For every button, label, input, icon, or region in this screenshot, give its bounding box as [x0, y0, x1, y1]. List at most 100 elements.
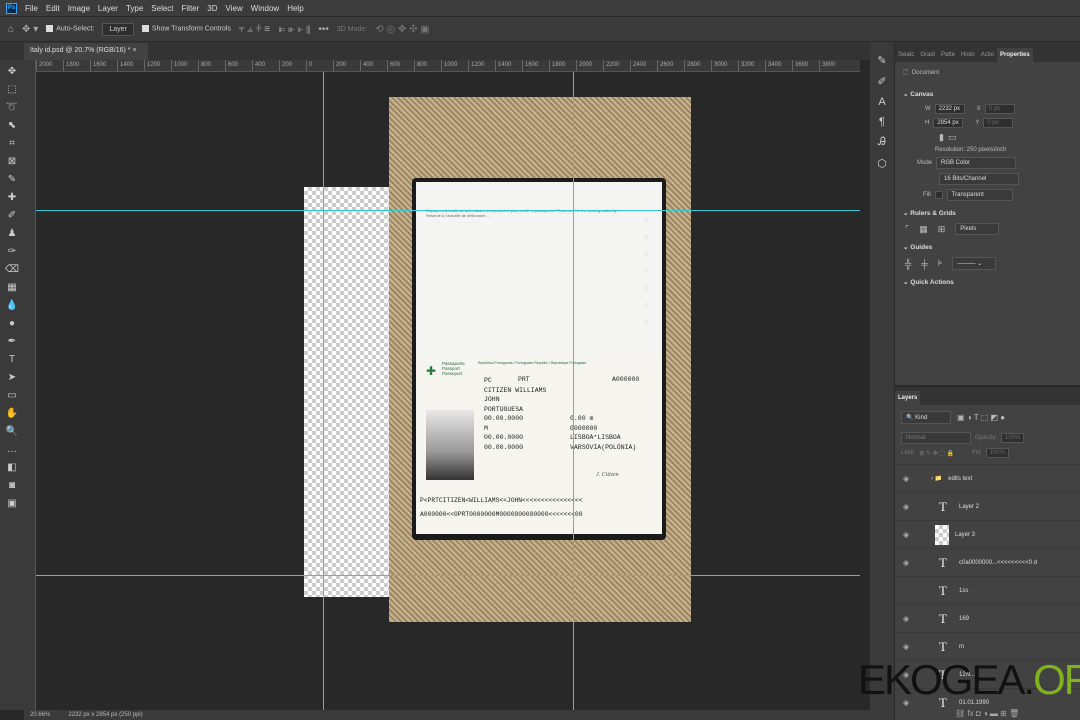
- menu-image[interactable]: Image: [68, 4, 90, 13]
- 3d-tools-icons[interactable]: ⟲ ◎ ✥ ✣ ▣: [375, 24, 429, 35]
- color-swatches-icon[interactable]: ◧: [4, 460, 20, 475]
- menu-help[interactable]: Help: [287, 4, 303, 13]
- rulers-grids-section[interactable]: ⌄ Rulers & Grids: [895, 203, 1080, 221]
- opacity-field[interactable]: 100%: [1001, 433, 1025, 443]
- guides-from-shape-icon[interactable]: ⊧: [938, 258, 943, 269]
- guide-vertical[interactable]: [573, 72, 574, 710]
- dodge-tool-icon[interactable]: ●: [4, 316, 20, 331]
- visibility-eye-icon[interactable]: ◉: [895, 615, 917, 623]
- hand-tool-icon[interactable]: ✋: [4, 406, 20, 421]
- x-field[interactable]: 0 px: [984, 104, 1015, 114]
- layer-row[interactable]: ◉ T Layer 2: [895, 492, 1080, 520]
- eyedropper-tool-icon[interactable]: ✎: [4, 172, 20, 187]
- layer-bottom-icons[interactable]: ⛓ fx ◘ ◑ ▬ ⊞ 🗑: [955, 709, 1019, 718]
- layer-filter-icons[interactable]: ▣ ◑ T ⬚ ◩ ●: [957, 413, 1005, 422]
- document-info[interactable]: 2232 px x 2854 px (250 ppi): [68, 712, 142, 718]
- menu-window[interactable]: Window: [251, 4, 279, 13]
- menu-file[interactable]: File: [25, 4, 38, 13]
- glyphs-icon[interactable]: Ꭿ: [878, 136, 886, 149]
- visibility-eye-icon[interactable]: ◉: [895, 531, 917, 539]
- path-select-icon[interactable]: ➤: [4, 370, 20, 385]
- guide-horizontal[interactable]: [36, 575, 860, 576]
- blend-mode-dropdown[interactable]: Normal: [901, 432, 971, 444]
- bit-depth-dropdown[interactable]: 16 Bits/Channel: [939, 173, 1019, 185]
- brushes-icon[interactable]: ✐: [877, 75, 886, 88]
- menu-edit[interactable]: Edit: [46, 4, 60, 13]
- blur-tool-icon[interactable]: 💧: [4, 298, 20, 313]
- height-field[interactable]: 2854 px: [933, 118, 964, 128]
- guide-layout-icon[interactable]: ╪: [921, 259, 927, 269]
- align-icons[interactable]: ⫧ ⫨ ⫩ ≡ ⊫ ⊪ ⊩ ⫴: [239, 24, 311, 35]
- show-transform-checkbox[interactable]: Show Transform Controls: [141, 25, 231, 33]
- home-icon[interactable]: ⌂: [8, 24, 14, 35]
- character-icon[interactable]: A: [878, 96, 885, 108]
- quick-mask-icon[interactable]: ◙: [4, 478, 20, 493]
- ruler-icon[interactable]: ⌜: [905, 224, 909, 235]
- filter-kind-dropdown[interactable]: 🔍 Kind: [901, 411, 951, 424]
- tab-history[interactable]: Histo: [958, 48, 978, 62]
- tab-patterns[interactable]: Patte: [938, 48, 958, 62]
- quick-actions-section[interactable]: ⌄ Quick Actions: [895, 272, 1080, 290]
- tab-properties[interactable]: Properties: [997, 48, 1033, 62]
- canvas-section[interactable]: ⌄ Canvas: [895, 84, 1080, 102]
- history-brush-icon[interactable]: ✑: [4, 244, 20, 259]
- guide-style-dropdown[interactable]: ——— ⌄: [952, 257, 997, 270]
- brush-settings-icon[interactable]: ✎: [877, 54, 886, 67]
- menu-3d[interactable]: 3D: [207, 4, 217, 13]
- object-select-tool-icon[interactable]: ⬉: [4, 118, 20, 133]
- visibility-eye-icon[interactable]: ◉: [895, 559, 917, 567]
- menu-type[interactable]: Type: [126, 4, 143, 13]
- screen-mode-icon[interactable]: ▣: [4, 496, 20, 511]
- tab-gradients[interactable]: Gradi: [917, 48, 938, 62]
- close-tab-icon[interactable]: ×: [132, 47, 136, 54]
- lasso-tool-icon[interactable]: ➰: [4, 100, 20, 115]
- layer-row[interactable]: ◉ Tc0a0000000...<<<<<<<<<0 d: [895, 548, 1080, 576]
- color-mode-dropdown[interactable]: RGB Color: [936, 157, 1017, 169]
- zoom-tool-icon[interactable]: 🔍: [4, 424, 20, 439]
- tab-swatches[interactable]: Swatc: [895, 48, 917, 62]
- fill-swatch[interactable]: [934, 191, 943, 199]
- guides-section[interactable]: ⌄ Guides: [895, 237, 1080, 255]
- layer-row[interactable]: ◉ T 169: [895, 604, 1080, 632]
- horizontal-ruler[interactable]: 2000 1800 1600 1400 1200 1000 800 600 400 200 0 200…: [36, 60, 860, 72]
- 3d-icon[interactable]: ⬡: [877, 157, 887, 170]
- portrait-orientation-icon[interactable]: ▮: [939, 132, 944, 143]
- document-tab[interactable]: Italy id.psd @ 20.7% (RGB/16) * ×: [24, 43, 148, 60]
- more-tools-icon[interactable]: …: [4, 442, 20, 457]
- visibility-eye-icon[interactable]: ◉: [895, 643, 917, 651]
- healing-tool-icon[interactable]: ✚: [4, 190, 20, 205]
- fill-dropdown[interactable]: Transparent: [946, 189, 1013, 201]
- marquee-tool-icon[interactable]: ⬚: [4, 82, 20, 97]
- visibility-eye-icon[interactable]: ◉: [895, 503, 917, 511]
- guide-horizontal[interactable]: [36, 210, 860, 211]
- type-tool-icon[interactable]: T: [4, 352, 20, 367]
- vertical-ruler[interactable]: [24, 60, 36, 710]
- landscape-orientation-icon[interactable]: ▭: [948, 132, 957, 143]
- layer-fill-field[interactable]: 100%: [985, 448, 1009, 458]
- units-dropdown[interactable]: Pixels: [955, 223, 1000, 235]
- width-field[interactable]: 2232 px: [934, 104, 965, 114]
- pen-tool-icon[interactable]: ✒: [4, 334, 20, 349]
- auto-select-checkbox[interactable]: Auto-Select:: [46, 25, 94, 33]
- visibility-eye-icon[interactable]: ◉: [895, 475, 917, 483]
- move-tool-icon[interactable]: ✥ ▾: [22, 24, 38, 35]
- grid-icon[interactable]: ▦: [919, 224, 928, 235]
- auto-select-target-dropdown[interactable]: Layer: [102, 22, 134, 36]
- crop-tool-icon[interactable]: ⌗: [4, 136, 20, 151]
- frame-tool-icon[interactable]: ⊠: [4, 154, 20, 169]
- shape-tool-icon[interactable]: ▭: [4, 388, 20, 403]
- more-options-button[interactable]: •••: [318, 24, 329, 35]
- gradient-tool-icon[interactable]: ▦: [4, 280, 20, 295]
- menu-select[interactable]: Select: [151, 4, 173, 13]
- stamp-tool-icon[interactable]: ♟: [4, 226, 20, 241]
- menu-layer[interactable]: Layer: [98, 4, 118, 13]
- canvas-area[interactable]: Espaço reservado às autoridades competen…: [36, 72, 860, 710]
- lock-icons[interactable]: ⊠ ✎ ✥ ⬚ 🔒: [919, 450, 954, 457]
- tab-layers[interactable]: Layers: [895, 391, 921, 405]
- layer-row[interactable]: ◉ › 📁 edits text: [895, 464, 1080, 492]
- guides-icon[interactable]: ╬: [905, 259, 911, 269]
- move-tool-icon[interactable]: ✥: [4, 64, 20, 79]
- zoom-level[interactable]: 20.66%: [30, 712, 50, 718]
- guide-vertical[interactable]: [323, 72, 324, 710]
- pixel-grid-icon[interactable]: ⊞: [938, 224, 946, 235]
